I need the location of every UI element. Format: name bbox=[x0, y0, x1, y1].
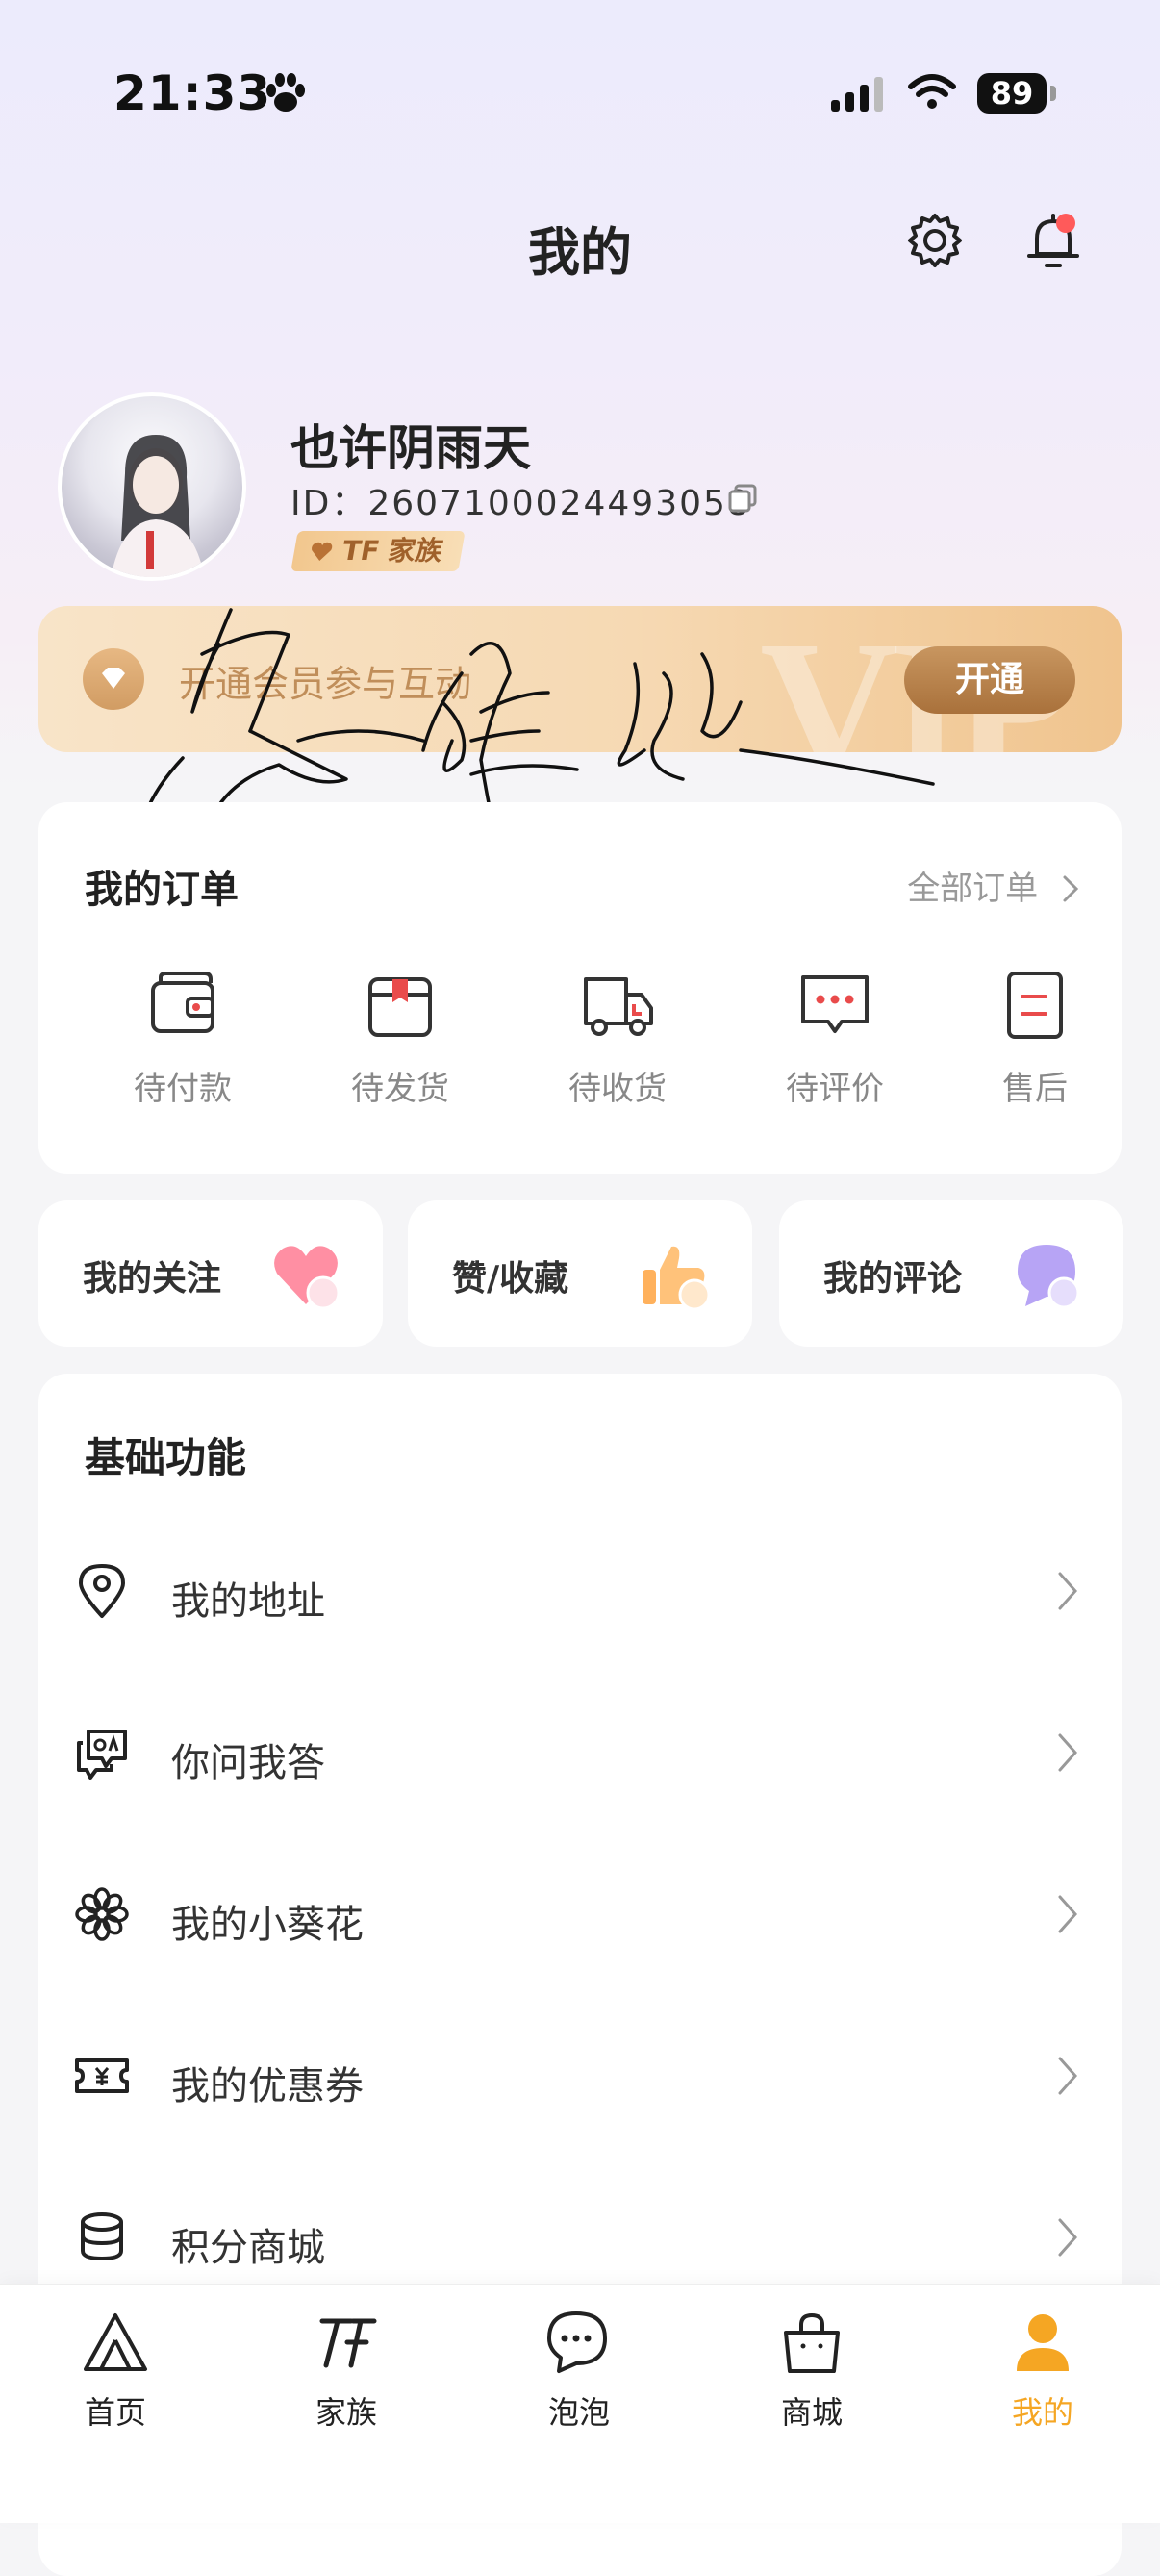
tab-bubble[interactable]: 泡泡 bbox=[502, 2306, 656, 2433]
menu-item-qa[interactable]: 你问我答 bbox=[38, 1695, 1122, 1810]
notification-bell-icon[interactable] bbox=[1020, 208, 1087, 275]
copy-icon[interactable] bbox=[727, 483, 758, 514]
tab-mall[interactable]: 商城 bbox=[735, 2306, 889, 2433]
chevron-right-icon bbox=[1058, 1895, 1078, 1933]
tab-mine[interactable]: 我的 bbox=[966, 2306, 1120, 2433]
heart-icon bbox=[274, 1246, 340, 1310]
truck-icon bbox=[584, 977, 653, 1036]
tab-family-label: 家族 bbox=[315, 2394, 377, 2431]
username: 也许阴雨天 bbox=[290, 420, 531, 476]
menu-item-address[interactable]: 我的地址 bbox=[38, 1533, 1122, 1649]
bottom-tab-bar: 首页 家族 泡泡 商城 我的 bbox=[0, 2284, 1160, 2523]
menu-item-address-label: 我的地址 bbox=[171, 1579, 325, 1624]
after-sale-icon bbox=[1007, 972, 1063, 1039]
notification-dot bbox=[1056, 214, 1075, 233]
tab-mine-label: 我的 bbox=[1011, 2394, 1073, 2431]
tab-bubble-label: 泡泡 bbox=[547, 2394, 610, 2431]
my-follows-label: 我的关注 bbox=[83, 1259, 222, 1299]
order-pending-receipt[interactable]: 待收货 bbox=[531, 966, 704, 1109]
menu-item-qa-label: 你问我答 bbox=[171, 1741, 325, 1785]
home-icon bbox=[84, 2313, 147, 2371]
location-icon bbox=[79, 1564, 125, 1618]
comment-icon bbox=[801, 975, 869, 1033]
all-orders-link[interactable]: 全部订单 bbox=[907, 862, 1079, 909]
order-pending-payment-label: 待付款 bbox=[134, 1070, 232, 1108]
order-after-sale[interactable]: 售后 bbox=[948, 966, 1122, 1109]
my-comments-label: 我的评论 bbox=[823, 1259, 963, 1299]
chevron-right-icon bbox=[1058, 1572, 1078, 1610]
coins-icon bbox=[81, 2212, 123, 2261]
vip-diamond-icon bbox=[83, 648, 144, 710]
menu-item-points-mall[interactable]: 积分商城 bbox=[38, 2180, 1122, 2295]
orders-title: 我的订单 bbox=[85, 868, 239, 912]
battery-level: 89 bbox=[977, 73, 1047, 114]
tf-family-icon bbox=[319, 2318, 377, 2368]
order-pending-review[interactable]: 待评价 bbox=[748, 966, 921, 1109]
menu-item-sunflower[interactable]: 我的小葵花 bbox=[38, 1856, 1122, 1972]
chevron-right-icon bbox=[1058, 2218, 1078, 2257]
vip-open-button[interactable]: 开通 bbox=[904, 646, 1075, 714]
qa-icon bbox=[77, 1730, 127, 1780]
menu-item-coupons[interactable]: 我的优惠券 bbox=[38, 2018, 1122, 2134]
settings-gear-icon[interactable] bbox=[904, 210, 966, 271]
tab-mall-label: 商城 bbox=[780, 2394, 843, 2431]
avatar[interactable] bbox=[58, 392, 246, 581]
page-title: 我的 bbox=[528, 222, 632, 283]
cellular-signal-icon bbox=[831, 77, 883, 112]
chevron-right-icon bbox=[1058, 1733, 1078, 1772]
order-pending-shipment[interactable]: 待发货 bbox=[314, 966, 487, 1109]
order-pending-shipment-label: 待发货 bbox=[351, 1070, 449, 1108]
paw-icon bbox=[266, 73, 305, 112]
flower-icon bbox=[75, 1887, 129, 1941]
tab-home[interactable]: 首页 bbox=[38, 2306, 192, 2433]
vip-prompt-text: 开通会员参与互动 bbox=[179, 663, 472, 705]
tab-family[interactable]: 家族 bbox=[269, 2306, 423, 2433]
wallet-icon bbox=[151, 972, 214, 1033]
user-id: ID：2607100024493058 bbox=[290, 484, 751, 523]
tf-badge-label: TF 家族 bbox=[340, 535, 445, 567]
vip-banner[interactable]: VIP 开通会员参与互动 开通 bbox=[38, 606, 1122, 752]
all-orders-label: 全部订单 bbox=[907, 870, 1039, 908]
coupon-icon bbox=[75, 2058, 129, 2093]
bubble-icon bbox=[547, 2311, 607, 2373]
avatar-portrait-image bbox=[111, 435, 205, 577]
basic-functions-title: 基础功能 bbox=[85, 1434, 247, 1481]
chevron-right-icon bbox=[1058, 2057, 1078, 2095]
likes-favorites-label: 赞/收藏 bbox=[452, 1259, 569, 1299]
thumbs-up-icon bbox=[643, 1246, 711, 1311]
battery-indicator: 89 bbox=[977, 73, 1058, 114]
order-pending-review-label: 待评价 bbox=[786, 1070, 884, 1108]
my-comments-card[interactable]: 我的评论 bbox=[779, 1200, 1123, 1347]
my-follows-card[interactable]: 我的关注 bbox=[38, 1200, 383, 1347]
tf-family-badge: TF 家族 bbox=[290, 531, 466, 571]
order-pending-receipt-label: 待收货 bbox=[568, 1070, 667, 1108]
wifi-icon bbox=[908, 74, 956, 109]
shopping-bag-icon bbox=[784, 2312, 840, 2373]
chevron-right-icon bbox=[1063, 875, 1079, 902]
likes-favorites-card[interactable]: 赞/收藏 bbox=[408, 1200, 752, 1347]
menu-item-sunflower-label: 我的小葵花 bbox=[171, 1903, 364, 1947]
user-icon bbox=[1017, 2314, 1069, 2371]
order-after-sale-label: 售后 bbox=[1002, 1070, 1068, 1108]
package-icon bbox=[368, 977, 432, 1037]
orders-card: 我的订单 全部订单 待付款 待发货 待收货 待评价 售后 bbox=[38, 802, 1122, 1174]
battery-tip bbox=[1050, 86, 1056, 101]
menu-item-coupons-label: 我的优惠券 bbox=[171, 2064, 364, 2109]
tab-home-label: 首页 bbox=[84, 2394, 146, 2431]
chat-bubble-icon bbox=[1018, 1245, 1080, 1309]
badge-heart-icon bbox=[312, 542, 333, 561]
status-time: 21:33 bbox=[113, 65, 272, 121]
order-pending-payment[interactable]: 待付款 bbox=[96, 966, 269, 1109]
menu-item-points-mall-label: 积分商城 bbox=[171, 2226, 325, 2270]
